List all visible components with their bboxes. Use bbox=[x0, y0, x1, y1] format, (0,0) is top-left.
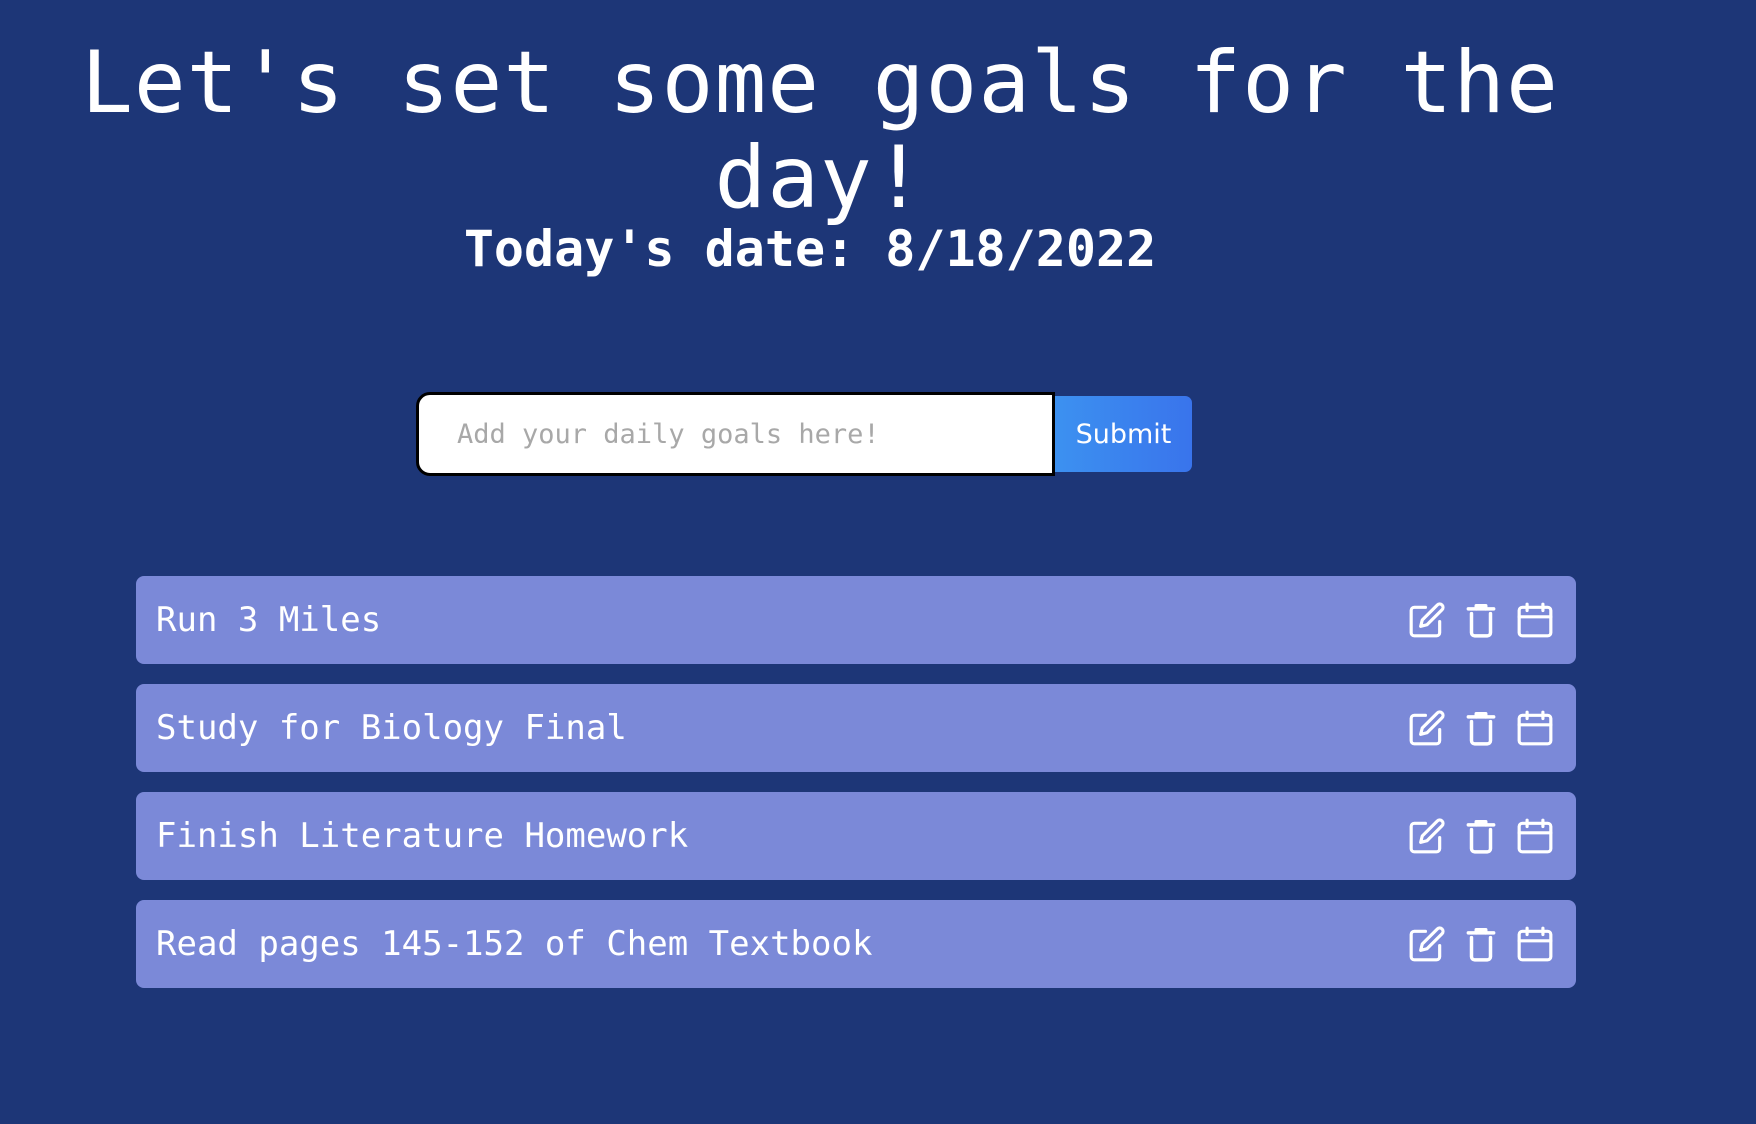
goal-text: Finish Literature Homework bbox=[156, 816, 689, 856]
goal-actions bbox=[1408, 925, 1554, 963]
edit-icon[interactable] bbox=[1408, 925, 1446, 963]
goal-actions bbox=[1408, 709, 1554, 747]
todays-date: Today's date: 8/18/2022 bbox=[463, 220, 1157, 278]
trash-icon[interactable] bbox=[1462, 925, 1500, 963]
goal-list: Run 3 Miles Study for Biology Final Fini… bbox=[136, 576, 1576, 1008]
calendar-icon[interactable] bbox=[1516, 709, 1554, 747]
goal-item: Run 3 Miles bbox=[136, 576, 1576, 664]
trash-icon[interactable] bbox=[1462, 817, 1500, 855]
page-title: Let's set some goals for the day! bbox=[81, 33, 1559, 228]
trash-icon[interactable] bbox=[1462, 601, 1500, 639]
edit-icon[interactable] bbox=[1408, 817, 1446, 855]
goal-item: Read pages 145-152 of Chem Textbook bbox=[136, 900, 1576, 988]
goal-form: Submit bbox=[416, 392, 1192, 476]
goal-input[interactable] bbox=[416, 392, 1055, 476]
goal-item: Study for Biology Final bbox=[136, 684, 1576, 772]
goal-text: Run 3 Miles bbox=[156, 600, 382, 640]
calendar-icon[interactable] bbox=[1516, 601, 1554, 639]
goal-actions bbox=[1408, 601, 1554, 639]
calendar-icon[interactable] bbox=[1516, 817, 1554, 855]
edit-icon[interactable] bbox=[1408, 709, 1446, 747]
goal-item: Finish Literature Homework bbox=[136, 792, 1576, 880]
goal-actions bbox=[1408, 817, 1554, 855]
edit-icon[interactable] bbox=[1408, 601, 1446, 639]
goal-text: Read pages 145-152 of Chem Textbook bbox=[156, 924, 873, 964]
submit-button[interactable]: Submit bbox=[1055, 396, 1192, 472]
goal-text: Study for Biology Final bbox=[156, 708, 627, 748]
calendar-icon[interactable] bbox=[1516, 925, 1554, 963]
trash-icon[interactable] bbox=[1462, 709, 1500, 747]
